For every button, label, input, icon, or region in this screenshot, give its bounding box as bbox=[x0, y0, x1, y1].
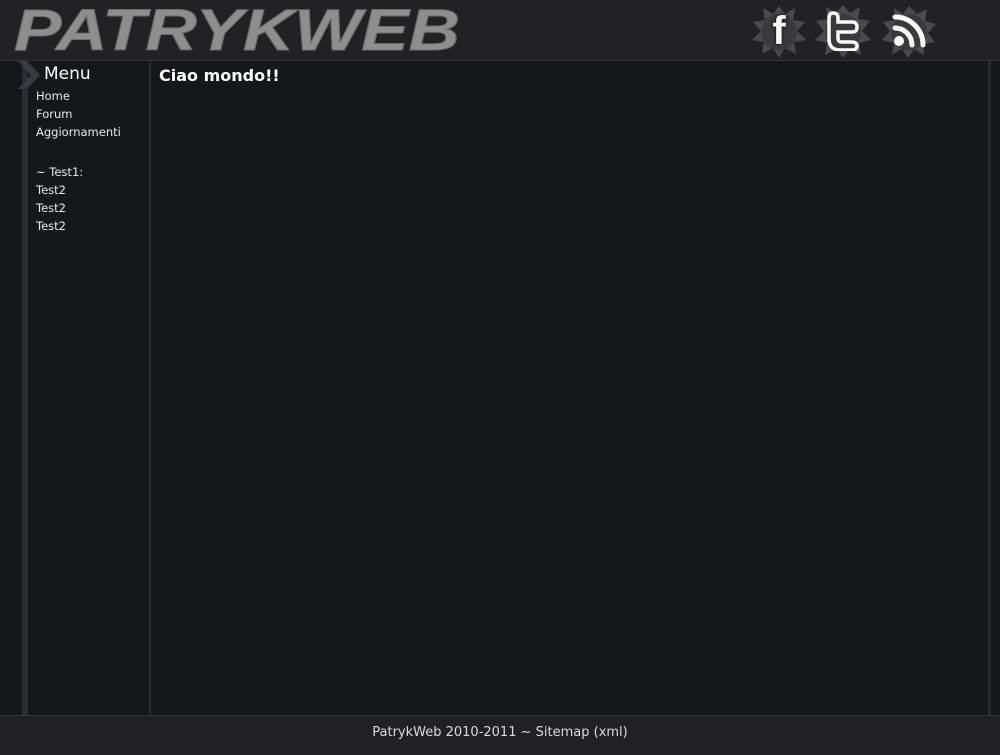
sitemap-link[interactable]: Sitemap bbox=[536, 725, 590, 740]
nav-link-test2[interactable]: Test2 bbox=[36, 219, 66, 233]
chevron-right-icon bbox=[18, 61, 40, 89]
site-logo[interactable]: PATRYKWEB bbox=[10, 6, 462, 54]
site-footer: PatrykWeb 2010-2011 ~ Sitemap (xml) bbox=[0, 715, 1000, 755]
nav-link-test2[interactable]: Test2 bbox=[36, 201, 66, 215]
logo-text: PATRYKWEB bbox=[14, 6, 460, 54]
nav-link-forum[interactable]: Forum bbox=[36, 107, 72, 121]
rss-icon bbox=[879, 2, 939, 60]
menu-title: Menu bbox=[44, 64, 91, 84]
nav-link-test2[interactable]: Test2 bbox=[36, 183, 66, 197]
facebook-icon: f bbox=[772, 8, 786, 53]
sidebar bbox=[28, 61, 151, 715]
nav-link-aggiornamenti[interactable]: Aggiornamenti bbox=[36, 125, 121, 139]
facebook-link[interactable]: f bbox=[749, 2, 809, 60]
right-rail bbox=[988, 61, 991, 715]
nav-section-label: ~ Test1: bbox=[36, 165, 84, 179]
nav-link-home[interactable]: Home bbox=[36, 89, 70, 103]
twitter-link[interactable] bbox=[813, 2, 873, 60]
main-content bbox=[151, 61, 988, 715]
twitter-icon bbox=[813, 2, 873, 60]
page-title: Ciao mondo!! bbox=[159, 66, 280, 85]
sitemap-xml-link[interactable]: (xml) bbox=[594, 725, 628, 740]
rss-link[interactable] bbox=[879, 2, 939, 60]
footer-copyright: PatrykWeb 2010-2011 ~ bbox=[372, 725, 536, 740]
site-header: PATRYKWEB f bbox=[0, 0, 1000, 61]
